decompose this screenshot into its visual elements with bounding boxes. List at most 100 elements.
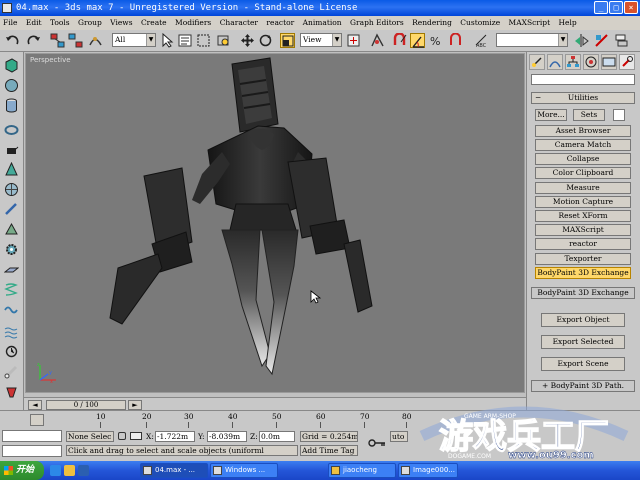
menu-maxscript[interactable]: MAXScript xyxy=(509,18,551,27)
display-tab-icon[interactable] xyxy=(601,54,617,70)
prev-frame-icon[interactable]: ◄ xyxy=(28,400,42,410)
redo-icon[interactable] xyxy=(26,33,41,48)
y-coordinate-field[interactable]: -8.039m xyxy=(207,431,247,442)
menu-create[interactable]: Create xyxy=(141,18,167,27)
utility-reset-xform-button[interactable]: Reset XForm xyxy=(535,210,631,222)
menu-reactor[interactable]: reactor xyxy=(266,18,294,27)
create-torus-icon[interactable] xyxy=(4,122,19,137)
menu-animation[interactable]: Animation xyxy=(303,18,342,27)
window-crossing-icon[interactable] xyxy=(216,33,231,48)
create-helix-icon[interactable] xyxy=(4,282,19,297)
mirror-icon[interactable] xyxy=(574,33,589,48)
utility-texporter-button[interactable]: Texporter xyxy=(535,253,631,265)
perspective-viewport[interactable]: Perspective x z y xyxy=(25,53,525,393)
lock-icon[interactable] xyxy=(118,432,126,440)
select-and-move-icon[interactable] xyxy=(240,33,255,48)
maximize-button[interactable]: □ xyxy=(609,1,623,14)
bodypaint-path-rollout-header[interactable]: + BodyPaint 3D Path. xyxy=(531,380,635,392)
taskbar-item-windows[interactable]: Windows ... xyxy=(210,463,278,478)
create-geosphere-icon[interactable] xyxy=(4,182,19,197)
undo-icon[interactable] xyxy=(5,33,20,48)
create-cone-icon[interactable] xyxy=(4,161,19,177)
select-and-rotate-icon[interactable] xyxy=(258,33,273,48)
edit-named-selections-icon[interactable]: ABC xyxy=(474,33,489,49)
motion-tab-icon[interactable] xyxy=(583,54,599,70)
utilities-tab-icon[interactable] xyxy=(619,54,635,70)
z-coordinate-field[interactable]: 0.0m xyxy=(259,431,295,442)
start-button[interactable]: 开始 xyxy=(0,461,44,480)
menu-graph-editors[interactable]: Graph Editors xyxy=(350,18,404,27)
utility-camera-match-button[interactable]: Camera Match xyxy=(535,139,631,151)
menu-views[interactable]: Views xyxy=(110,18,132,27)
modify-tab-icon[interactable] xyxy=(547,54,563,70)
next-frame-icon[interactable]: ► xyxy=(128,400,142,410)
maxscript-listener-input[interactable] xyxy=(2,430,62,442)
ie-quicklaunch-icon[interactable] xyxy=(50,465,61,476)
menu-character[interactable]: Character xyxy=(220,18,258,27)
desktop-quicklaunch-icon[interactable] xyxy=(78,465,89,476)
use-pivot-center-icon[interactable] xyxy=(346,33,361,48)
utility-color-clipboard-button[interactable]: Color Clipboard xyxy=(535,167,631,179)
export-scene-button[interactable]: Export Scene xyxy=(541,357,625,371)
menu-help[interactable]: Help xyxy=(559,18,577,27)
mini-curve-editor-icon[interactable] xyxy=(30,414,44,426)
create-pyramid-icon[interactable] xyxy=(4,222,19,237)
reference-coordinate-dropdown[interactable]: View ▼ xyxy=(300,33,342,47)
menu-customize[interactable]: Customize xyxy=(460,18,500,27)
menu-edit[interactable]: Edit xyxy=(26,18,42,27)
create-tab-icon[interactable] xyxy=(529,54,545,70)
angle-snap-icon[interactable] xyxy=(410,33,425,48)
create-box-icon[interactable] xyxy=(4,58,19,73)
sets-button[interactable]: Sets xyxy=(573,109,605,121)
named-selection-dropdown[interactable]: ▼ xyxy=(496,33,568,47)
taskbar-item-image[interactable]: Image000... xyxy=(398,463,458,478)
utility-maxscript-button[interactable]: MAXScript xyxy=(535,224,631,236)
unlink-selection-icon[interactable] xyxy=(68,33,83,48)
minimize-button[interactable]: _ xyxy=(594,1,608,14)
select-and-scale-icon[interactable] xyxy=(280,33,295,48)
menu-file[interactable]: File xyxy=(3,18,17,27)
character-model[interactable] xyxy=(26,54,525,393)
create-wave-icon[interactable] xyxy=(4,302,19,317)
select-object-icon[interactable] xyxy=(160,32,175,48)
utility-reactor-button[interactable]: reactor xyxy=(535,238,631,250)
create-plane-icon[interactable] xyxy=(3,262,20,277)
percent-snap-icon[interactable]: % xyxy=(428,33,443,48)
configure-button-sets-icon[interactable] xyxy=(613,109,625,121)
export-selected-button[interactable]: Export Selected xyxy=(541,335,625,349)
utility-bodypaint-exchange-button[interactable]: BodyPaint 3D Exchange xyxy=(535,267,631,279)
create-cylinder-icon[interactable] xyxy=(4,98,19,113)
folder-quicklaunch-icon[interactable] xyxy=(64,465,75,476)
select-by-name-icon[interactable] xyxy=(178,33,193,48)
utility-motion-capture-button[interactable]: Motion Capture xyxy=(535,196,631,208)
bodypaint-exchange-rollout-header[interactable]: BodyPaint 3D Exchange xyxy=(531,287,635,299)
menu-rendering[interactable]: Rendering xyxy=(412,18,452,27)
selection-filter-dropdown[interactable]: All ▼ xyxy=(112,33,156,47)
object-name-input[interactable] xyxy=(531,74,635,85)
menu-modifiers[interactable]: Modifiers xyxy=(175,18,211,27)
bind-to-space-warp-icon[interactable] xyxy=(88,33,103,48)
spinner-snap-icon[interactable] xyxy=(448,32,463,48)
more-button[interactable]: More... xyxy=(535,109,567,121)
create-bone-icon[interactable] xyxy=(4,364,19,379)
auto-key-button[interactable]: uto K xyxy=(390,431,408,442)
close-button[interactable]: × xyxy=(624,1,638,14)
rectangular-selection-icon[interactable] xyxy=(196,33,211,48)
x-coordinate-field[interactable]: -1.722m xyxy=(155,431,195,442)
select-and-manipulate-icon[interactable] xyxy=(370,33,385,48)
time-slider[interactable]: 0 / 100 xyxy=(46,400,126,410)
create-gear-icon[interactable] xyxy=(4,242,19,257)
utilities-rollout-header[interactable]: − Utilities xyxy=(531,92,635,104)
absolute-mode-icon[interactable] xyxy=(130,432,142,440)
taskbar-item-jiaocheng[interactable]: jiaocheng xyxy=(328,463,396,478)
menu-group[interactable]: Group xyxy=(78,18,102,27)
create-hose-icon[interactable] xyxy=(4,344,19,359)
taskbar-item-3dsmax[interactable]: 04.max - ... xyxy=(140,463,208,478)
add-time-tag-button[interactable]: Add Time Tag xyxy=(300,445,358,456)
key-icon[interactable] xyxy=(368,438,386,448)
create-teapot-icon[interactable] xyxy=(4,142,19,157)
snap-toggle-icon[interactable] xyxy=(392,32,407,48)
utility-measure-button[interactable]: Measure xyxy=(535,182,631,194)
create-ripple-icon[interactable] xyxy=(4,324,19,339)
utility-collapse-button[interactable]: Collapse xyxy=(535,153,631,165)
